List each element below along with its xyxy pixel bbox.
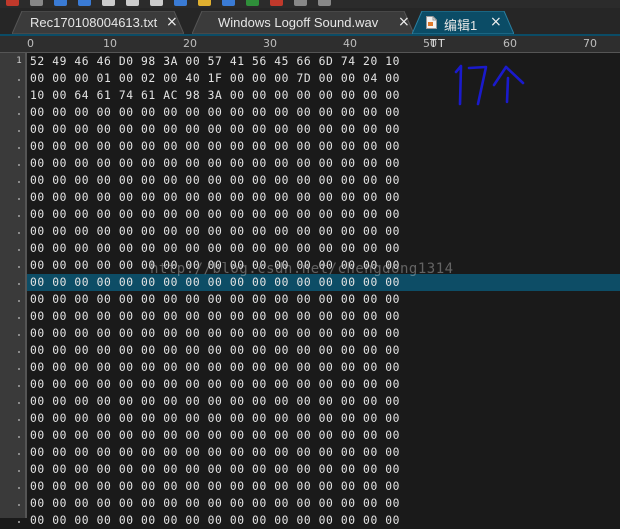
hex-row[interactable]: 00 00 00 00 00 00 00 00 00 00 00 00 00 0… bbox=[27, 121, 620, 138]
toolbar-icon-6-icon[interactable] bbox=[126, 0, 139, 6]
hex-row[interactable]: 00 00 00 00 00 00 00 00 00 00 00 00 00 0… bbox=[27, 223, 620, 240]
hex-row[interactable]: 00 00 00 00 00 00 00 00 00 00 00 00 00 0… bbox=[27, 512, 620, 529]
line-marker bbox=[18, 504, 20, 506]
toolbar-icon-10-icon[interactable] bbox=[222, 0, 235, 6]
hex-row[interactable]: 00 00 00 00 00 00 00 00 00 00 00 00 00 0… bbox=[27, 444, 620, 461]
hex-row[interactable]: 00 00 00 00 00 00 00 00 00 00 00 00 00 0… bbox=[27, 359, 620, 376]
line-marker bbox=[18, 266, 20, 268]
toolbar-icon-13-icon[interactable] bbox=[294, 0, 307, 6]
line-marker bbox=[18, 453, 20, 455]
line-marker bbox=[18, 113, 20, 115]
line-marker bbox=[18, 385, 20, 387]
hex-row[interactable]: 00 00 00 00 00 00 00 00 00 00 00 00 00 0… bbox=[27, 478, 620, 495]
line-marker bbox=[18, 470, 20, 472]
line-marker bbox=[18, 521, 20, 523]
line-marker bbox=[18, 402, 20, 404]
line-marker bbox=[18, 147, 20, 149]
hex-row[interactable]: 00 00 00 00 00 00 00 00 00 00 00 00 00 0… bbox=[27, 240, 620, 257]
document-icon bbox=[426, 16, 437, 32]
line-marker bbox=[18, 232, 20, 234]
hex-row[interactable]: 00 00 00 00 00 00 00 00 00 00 00 00 00 0… bbox=[27, 189, 620, 206]
ruler-label: 40 bbox=[343, 37, 357, 50]
ruler-label: 0 bbox=[27, 37, 34, 50]
toolbar-icon-1-icon[interactable] bbox=[6, 0, 19, 6]
handwritten-annotation-17 bbox=[454, 64, 525, 106]
hex-row[interactable]: 00 00 00 00 00 00 00 00 00 00 00 00 00 0… bbox=[27, 155, 620, 172]
toolbar-icon-12-icon[interactable] bbox=[270, 0, 283, 6]
hex-row[interactable]: 00 00 00 00 00 00 00 00 00 00 00 00 00 0… bbox=[27, 376, 620, 393]
line-marker bbox=[18, 436, 20, 438]
ruler-marker: T bbox=[438, 37, 445, 50]
column-ruler: 0 10 20 30 40 50 60 70 T T bbox=[0, 36, 620, 53]
toolbar bbox=[0, 0, 620, 8]
toolbar-icon-8-icon[interactable] bbox=[174, 0, 187, 6]
hex-row[interactable]: 00 00 00 00 00 00 00 00 00 00 00 00 00 0… bbox=[27, 393, 620, 410]
hex-row[interactable]: 00 00 00 00 00 00 00 00 00 00 00 00 00 0… bbox=[27, 342, 620, 359]
line-marker bbox=[18, 368, 20, 370]
hex-row[interactable]: 00 00 00 00 00 00 00 00 00 00 00 00 00 0… bbox=[27, 308, 620, 325]
ruler-label: 20 bbox=[183, 37, 197, 50]
toolbar-icon-14-icon[interactable] bbox=[318, 0, 331, 6]
hex-row[interactable]: 00 00 00 00 00 00 00 00 00 00 00 00 00 0… bbox=[27, 495, 620, 512]
watermark: http://blog.csdn.net/chengdong1314 bbox=[150, 261, 454, 277]
line-marker bbox=[18, 283, 20, 285]
close-icon[interactable]: × bbox=[166, 14, 178, 30]
line-marker bbox=[18, 317, 20, 319]
line-marker bbox=[18, 249, 20, 251]
ruler-label: 60 bbox=[503, 37, 517, 50]
line-marker bbox=[18, 164, 20, 166]
tab-label: Rec170108004613.txt bbox=[30, 15, 158, 30]
tab-rec-txt[interactable]: Rec170108004613.txt × bbox=[12, 11, 184, 34]
tab-label: Windows Logoff Sound.wav bbox=[218, 15, 379, 30]
ruler-label: 70 bbox=[583, 37, 597, 50]
line-number: 1 bbox=[16, 56, 22, 66]
hex-row[interactable]: 00 00 00 00 00 00 00 00 00 00 00 00 00 0… bbox=[27, 325, 620, 342]
line-marker bbox=[18, 130, 20, 132]
hex-editor[interactable]: 52 49 46 46 D0 98 3A 00 57 41 56 45 66 6… bbox=[27, 53, 620, 527]
hex-row[interactable]: 00 00 00 00 00 00 00 00 00 00 00 00 00 0… bbox=[27, 427, 620, 444]
ruler-label: 10 bbox=[103, 37, 117, 50]
toolbar-icon-9-icon[interactable] bbox=[198, 0, 211, 6]
ruler-marker: T bbox=[430, 37, 437, 50]
hex-row[interactable]: 00 00 00 00 00 00 00 00 00 00 00 00 00 0… bbox=[27, 206, 620, 223]
tab-label: 编辑1 bbox=[444, 18, 478, 33]
close-icon[interactable]: × bbox=[490, 14, 502, 30]
line-marker bbox=[18, 351, 20, 353]
line-marker bbox=[18, 334, 20, 336]
hex-row[interactable]: 00 00 00 00 00 00 00 00 00 00 00 00 00 0… bbox=[27, 291, 620, 308]
line-marker bbox=[18, 487, 20, 489]
line-marker bbox=[18, 96, 20, 98]
line-marker bbox=[18, 300, 20, 302]
hex-row[interactable]: 00 00 00 00 00 00 00 00 00 00 00 00 00 0… bbox=[27, 461, 620, 478]
tab-wav[interactable]: Windows Logoff Sound.wav × bbox=[192, 11, 414, 34]
line-number-gutter: 1 bbox=[0, 53, 25, 523]
tab-bar: Rec170108004613.txt × Windows Logoff Sou… bbox=[0, 8, 620, 36]
toolbar-icon-4-icon[interactable] bbox=[78, 0, 91, 6]
toolbar-icon-2-icon[interactable] bbox=[30, 0, 43, 6]
toolbar-icon-3-icon[interactable] bbox=[54, 0, 67, 6]
ruler-label: 30 bbox=[263, 37, 277, 50]
line-marker bbox=[18, 79, 20, 81]
hex-row[interactable]: 00 00 00 00 00 00 00 00 00 00 00 00 00 0… bbox=[27, 410, 620, 427]
close-icon[interactable]: × bbox=[398, 14, 410, 30]
hex-row[interactable]: 00 00 00 00 00 00 00 00 00 00 00 00 00 0… bbox=[27, 138, 620, 155]
line-marker bbox=[18, 419, 20, 421]
toolbar-icon-5-icon[interactable] bbox=[102, 0, 115, 6]
toolbar-icon-7-icon[interactable] bbox=[150, 0, 163, 6]
line-marker bbox=[18, 181, 20, 183]
hex-row[interactable]: 00 00 00 00 00 00 00 00 00 00 00 00 00 0… bbox=[27, 172, 620, 189]
line-marker bbox=[18, 198, 20, 200]
toolbar-icon-11-icon[interactable] bbox=[246, 0, 259, 6]
line-marker bbox=[18, 215, 20, 217]
tab-edit1[interactable]: 编辑1 × bbox=[412, 11, 514, 34]
